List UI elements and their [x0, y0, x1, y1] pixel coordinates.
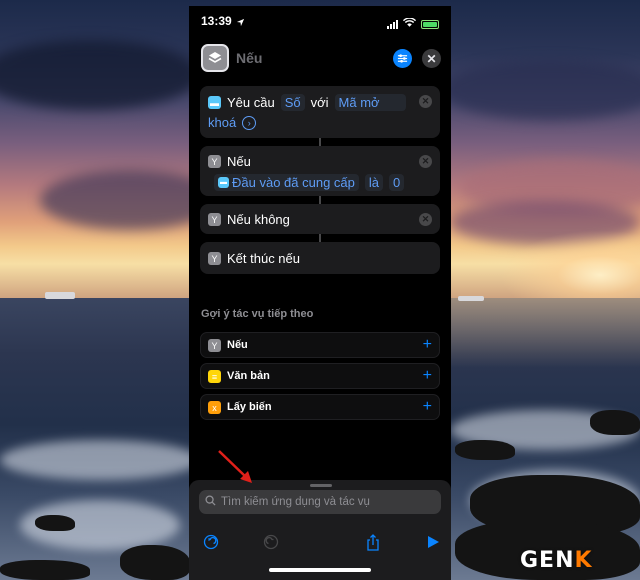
rock [0, 560, 90, 580]
share-button[interactable] [364, 533, 382, 551]
action-label: Kết thúc nếu [227, 251, 300, 266]
action-connector-text: với [310, 95, 329, 110]
action-row: Y Kết thúc nếu [208, 251, 300, 266]
settings-button[interactable] [393, 49, 412, 68]
flow-connector [319, 138, 321, 146]
sea-reflection [440, 298, 640, 368]
flow-connector [319, 196, 321, 204]
add-icon[interactable]: + [423, 367, 432, 385]
ship-right [458, 296, 484, 301]
token-number-type[interactable]: Số [280, 94, 305, 111]
close-button[interactable]: ✕ [422, 49, 441, 68]
wifi-icon [402, 15, 417, 33]
token-passcode[interactable]: Mã mở [334, 94, 406, 111]
action-card-request[interactable]: ▬ Yêu cầu Số với Mã mở khoá › ✕ [200, 86, 440, 138]
rock [120, 545, 190, 580]
branch-icon: Y [208, 155, 221, 168]
action-card-otherwise[interactable]: Y Nếu không ✕ [200, 204, 440, 234]
home-indicator [269, 568, 371, 572]
location-icon [236, 14, 245, 32]
run-button[interactable] [424, 533, 442, 551]
branch-icon: Y [208, 252, 221, 265]
add-icon[interactable]: + [423, 398, 432, 416]
wave-foam [0, 440, 200, 480]
suggestion-label: Văn bản [227, 370, 270, 382]
share-icon [367, 533, 379, 551]
action-card-end-if[interactable]: Y Kết thúc nếu [200, 242, 440, 274]
sheet-grabber[interactable] [310, 484, 332, 487]
action-card-if[interactable]: Y Nếu ▬ Đầu vào đã cung cấp là 0 ✕ [200, 146, 440, 196]
page-title: Nếu [236, 50, 263, 66]
search-input[interactable] [221, 496, 431, 508]
text-icon: ≡ [208, 370, 221, 383]
branch-icon: Y [208, 339, 221, 352]
action-label: Nếu không [227, 212, 290, 227]
message-bubble-icon: ▬ [208, 96, 221, 109]
remove-action-button[interactable]: ✕ [419, 155, 432, 168]
rock [590, 410, 640, 435]
suggestion-label: Nếu [227, 339, 248, 351]
suggestion-item-if[interactable]: Y Nếu + [200, 332, 440, 358]
battery-icon [421, 19, 439, 29]
cellular-signal-icon [387, 19, 398, 29]
flow-connector [319, 234, 321, 242]
shortcut-icon[interactable] [201, 44, 229, 72]
status-indicators [387, 15, 439, 33]
sliders-icon [397, 54, 408, 63]
token-provided-input[interactable]: ▬ Đầu vào đã cung cấp [214, 174, 359, 191]
redo-icon [263, 534, 279, 550]
message-bubble-icon: ▬ [218, 177, 229, 188]
search-bar[interactable] [199, 490, 441, 514]
rock [35, 515, 75, 531]
add-icon[interactable]: + [423, 336, 432, 354]
variable-icon: x [208, 401, 221, 414]
bottom-toolbar [189, 530, 451, 556]
action-row-2: khoá › [208, 115, 257, 130]
action-label: Nếu [227, 154, 251, 169]
chevron-right-icon[interactable]: › [242, 115, 257, 130]
token-passcode-continued[interactable]: khoá [208, 115, 236, 130]
suggestion-item-text[interactable]: ≡ Văn bản + [200, 363, 440, 389]
remove-action-button[interactable]: ✕ [419, 213, 432, 226]
undo-button[interactable] [202, 533, 220, 551]
rock [455, 440, 515, 460]
suggestions-title: Gợi ý tác vụ tiếp theo [201, 308, 314, 320]
action-verb: Yêu cầu [227, 95, 275, 110]
genk-watermark: GENK [520, 548, 593, 573]
search-icon [205, 493, 216, 511]
branch-icon: Y [208, 213, 221, 226]
action-row: Y Nếu [208, 154, 251, 169]
token-condition[interactable]: là [364, 174, 383, 191]
token-value[interactable]: 0 [389, 174, 405, 191]
status-bar: 13:39 [189, 6, 451, 36]
suggestion-label: Lấy biến [227, 401, 272, 413]
action-search-sheet [189, 480, 451, 580]
remove-action-button[interactable]: ✕ [419, 95, 432, 108]
undo-icon [203, 534, 219, 550]
condition-row: ▬ Đầu vào đã cung cấp là 0 [214, 174, 405, 191]
status-time: 13:39 [201, 14, 232, 28]
action-row: ▬ Yêu cầu Số với Mã mở [208, 94, 406, 111]
redo-button[interactable] [262, 533, 280, 551]
nav-bar: Nếu ✕ [189, 42, 451, 76]
play-icon [428, 536, 439, 548]
suggestion-item-get-variable[interactable]: x Lấy biến + [200, 394, 440, 420]
ship-left [45, 292, 75, 299]
phone-screen: 13:39 Nếu ✕ ▬ Yêu cầu Số với Mã mở khoá … [189, 6, 451, 580]
token-provided-input-label: Đầu vào đã cung cấp [232, 175, 355, 190]
action-row: Y Nếu không [208, 212, 290, 227]
